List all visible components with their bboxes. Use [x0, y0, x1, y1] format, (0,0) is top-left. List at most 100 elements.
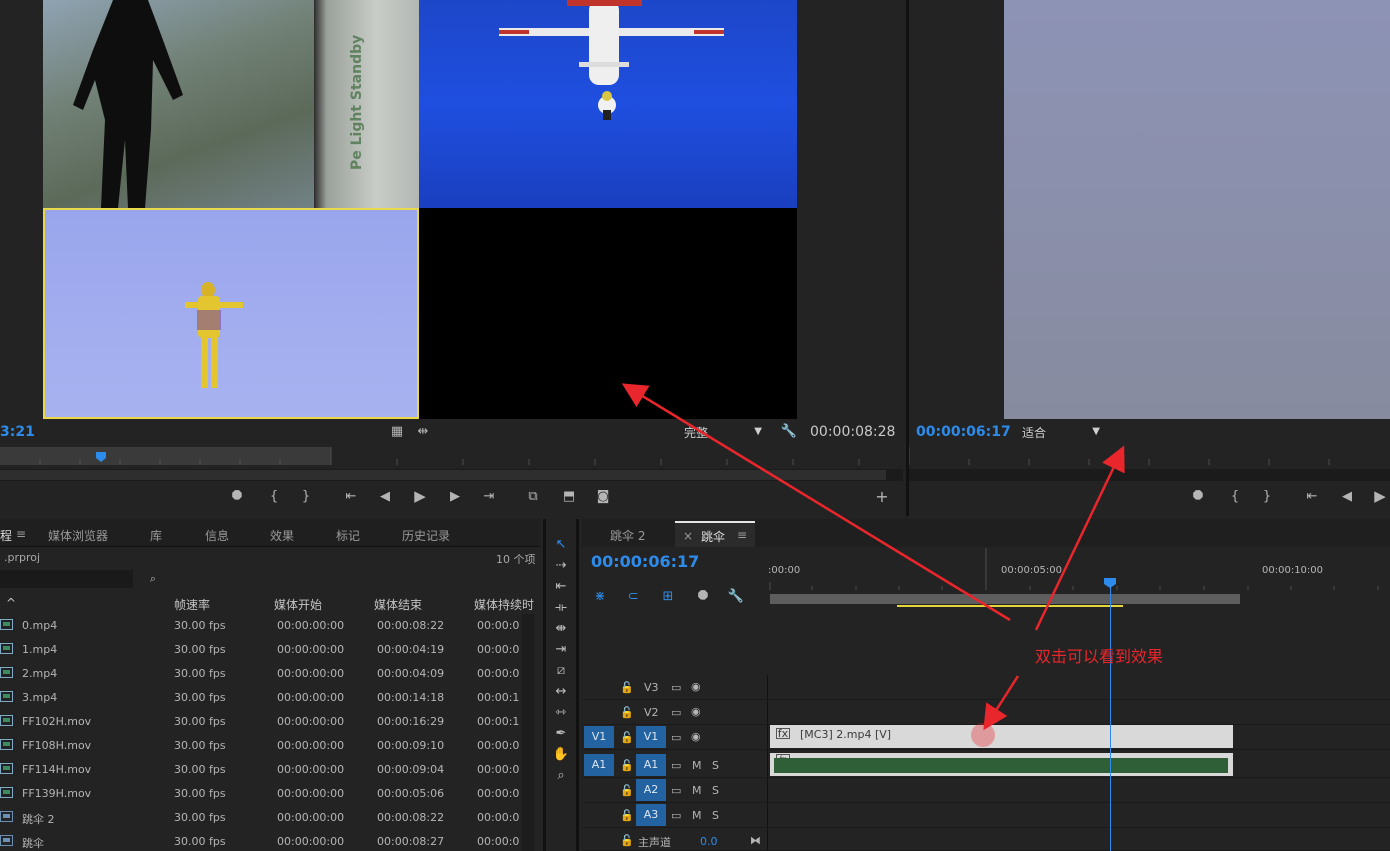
project-search-input[interactable]	[0, 570, 133, 588]
solo-button[interactable]: S	[712, 784, 719, 797]
toggle-sync-icon[interactable]: ▭	[671, 759, 681, 772]
track-select-tool-icon[interactable]: ⇢	[552, 557, 570, 575]
pen-tool-icon[interactable]: ⇿	[552, 704, 570, 722]
column-media-end[interactable]: 媒体结束	[374, 596, 422, 613]
table-row[interactable]: FF139H.mov 30.00 fps 00:00:00:00 00:00:05:0…	[0, 782, 520, 806]
program-zoom-dropdown[interactable]: 适合 ▼	[1022, 424, 1102, 441]
table-row[interactable]: 0.mp4 30.00 fps 00:00:00:00 00:00:08:22 00:0…	[0, 614, 520, 638]
toggle-sync-icon[interactable]: ▭	[671, 731, 681, 744]
toggle-sync-icon[interactable]: ▭	[671, 706, 681, 719]
razor-tool-icon[interactable]: ⇥	[552, 641, 570, 659]
ripple-edit-tool-icon[interactable]: ⇤	[552, 578, 570, 596]
solo-button[interactable]: S	[712, 809, 719, 822]
camera-export-frame-icon[interactable]: ◙	[594, 489, 612, 507]
program-ruler-ticks[interactable]	[909, 447, 1390, 469]
mute-button[interactable]: M	[692, 759, 702, 772]
timeline-settings-wrench-icon[interactable]: 🔧	[727, 589, 745, 607]
lock-icon[interactable]: 🔓	[620, 759, 634, 772]
track-target-a2[interactable]: A2	[636, 779, 666, 801]
column-media-start[interactable]: 媒体开始	[274, 596, 322, 613]
program-zoom-scrollbar[interactable]	[909, 469, 1390, 481]
table-row[interactable]: 1.mp4 30.00 fps 00:00:00:00 00:00:04:19 00:0…	[0, 638, 520, 662]
work-area-bar[interactable]	[770, 594, 1240, 604]
program-play-icon[interactable]: ▶	[1371, 488, 1389, 506]
insert-nest-icon[interactable]: ⋇	[591, 589, 609, 607]
lock-icon[interactable]: 🔓	[620, 731, 634, 744]
slip-tool-icon[interactable]: ⧄	[552, 662, 570, 680]
mute-button[interactable]: M	[692, 809, 702, 822]
wrench-settings-icon[interactable]: 🔧	[780, 424, 798, 442]
tab-media-browser[interactable]: 媒体浏览器	[48, 527, 108, 544]
source-current-timecode[interactable]: 3:21	[0, 424, 35, 440]
overwrite-icon[interactable]: ⬒	[560, 489, 578, 507]
add-marker-icon[interactable]: ⯃	[228, 489, 246, 507]
program-step-back-icon[interactable]: ◀	[1338, 489, 1356, 507]
hand-tool-icon[interactable]: ✋	[552, 746, 570, 764]
tab-sequence-2[interactable]: 跳伞 2	[610, 527, 645, 544]
lock-icon[interactable]: 🔓	[620, 834, 634, 847]
eye-icon[interactable]: ◉	[691, 705, 701, 718]
project-scrollbar[interactable]	[522, 614, 534, 851]
multicam-angle-1[interactable]: Pe Light Standby	[43, 0, 419, 208]
lock-icon[interactable]: 🔓	[620, 681, 634, 694]
panel-menu-icon[interactable]: ≡	[16, 527, 26, 541]
source-patch-v1[interactable]: V1	[584, 726, 614, 748]
track-target-v1[interactable]: V1	[636, 726, 666, 748]
timeline-menu-icon[interactable]: ≡	[737, 528, 747, 542]
multicam-angle-2[interactable]	[419, 0, 797, 208]
audio-clip[interactable]: fx	[770, 753, 1233, 776]
table-row[interactable]: FF102H.mov 30.00 fps 00:00:00:00 00:00:16:2…	[0, 710, 520, 734]
pen-icon[interactable]: ✒	[552, 725, 570, 743]
selection-tool-icon[interactable]: ↖	[552, 536, 570, 554]
track-target-a1[interactable]: A1	[636, 754, 666, 776]
timeline-playhead-timecode[interactable]: 00:00:06:17	[591, 552, 699, 571]
tab-effects[interactable]: 效果	[270, 527, 294, 544]
lock-icon[interactable]: 🔓	[620, 809, 634, 822]
video-clip[interactable]: fx [MC3] 2.mp4 [V]	[770, 725, 1233, 748]
tab-libraries[interactable]: 库	[150, 527, 162, 544]
export-frame-settings-icon[interactable]: ⇹	[414, 424, 432, 442]
multicam-toggle-icon[interactable]: ▦	[388, 424, 406, 442]
table-row[interactable]: 跳伞 30.00 fps 00:00:00:00 00:00:08:27 00:00:0	[0, 830, 520, 851]
zoom-tool-icon[interactable]: ⌕	[552, 767, 570, 785]
multicam-angle-3-selected[interactable]	[43, 208, 419, 419]
table-row[interactable]: 3.mp4 30.00 fps 00:00:00:00 00:00:14:18 00:0…	[0, 686, 520, 710]
source-playhead[interactable]	[96, 452, 106, 462]
mark-in-icon[interactable]: {	[265, 489, 283, 507]
mute-button[interactable]: M	[692, 784, 702, 797]
slide-tool-icon[interactable]: ↔	[552, 683, 570, 701]
source-patch-a1[interactable]: A1	[584, 754, 614, 776]
program-go-to-in-icon[interactable]: ⇤	[1303, 489, 1321, 507]
playback-quality-dropdown[interactable]: 完整 ▼	[684, 424, 768, 442]
eye-icon[interactable]: ◉	[691, 680, 701, 693]
new-search-bin-icon[interactable]: ⌕	[144, 571, 162, 589]
lock-icon[interactable]: 🔓	[620, 706, 634, 719]
linked-selection-icon[interactable]: ⊞	[659, 589, 677, 607]
toggle-sync-icon[interactable]: ▭	[671, 784, 681, 797]
rate-stretch-tool-icon[interactable]: ⇼	[552, 620, 570, 638]
rolling-edit-tool-icon[interactable]: ⟛	[552, 599, 570, 617]
source-time-ruler[interactable]	[0, 447, 903, 469]
go-to-in-icon[interactable]: ⇤	[342, 489, 360, 507]
timeline-playhead-line[interactable]	[1110, 578, 1111, 851]
master-volume-value[interactable]: 0.0	[700, 835, 718, 848]
table-row[interactable]: FF108H.mov 30.00 fps 00:00:00:00 00:00:09:1…	[0, 734, 520, 758]
tab-sequence-active[interactable]: × 跳伞 ≡	[675, 521, 755, 547]
tab-history[interactable]: 历史记录	[402, 527, 450, 544]
track-target-a3[interactable]: A3	[636, 804, 666, 826]
column-frame-rate[interactable]: 帧速率	[174, 596, 210, 613]
program-mark-out-icon[interactable]: }	[1258, 489, 1276, 507]
button-editor-plus-icon[interactable]: +	[873, 489, 891, 507]
sort-ascending-icon[interactable]: ^	[6, 596, 16, 610]
tab-project-partial[interactable]: 程	[0, 527, 12, 544]
snap-magnet-icon[interactable]: ⊂	[624, 589, 642, 607]
go-to-out-icon[interactable]: ⇥	[480, 489, 498, 507]
table-row[interactable]: 跳伞 2 30.00 fps 00:00:00:00 00:00:08:22 00:00…	[0, 806, 520, 830]
lock-icon[interactable]: 🔓	[620, 784, 634, 797]
program-current-timecode[interactable]: 00:00:06:17	[916, 424, 1011, 440]
table-row[interactable]: FF114H.mov 30.00 fps 00:00:00:00 00:00:09:0…	[0, 758, 520, 782]
toggle-sync-icon[interactable]: ▭	[671, 809, 681, 822]
tab-markers[interactable]: 标记	[336, 527, 360, 544]
step-forward-icon[interactable]: ▶	[446, 489, 464, 507]
column-media-duration[interactable]: 媒体持续时	[474, 596, 534, 613]
